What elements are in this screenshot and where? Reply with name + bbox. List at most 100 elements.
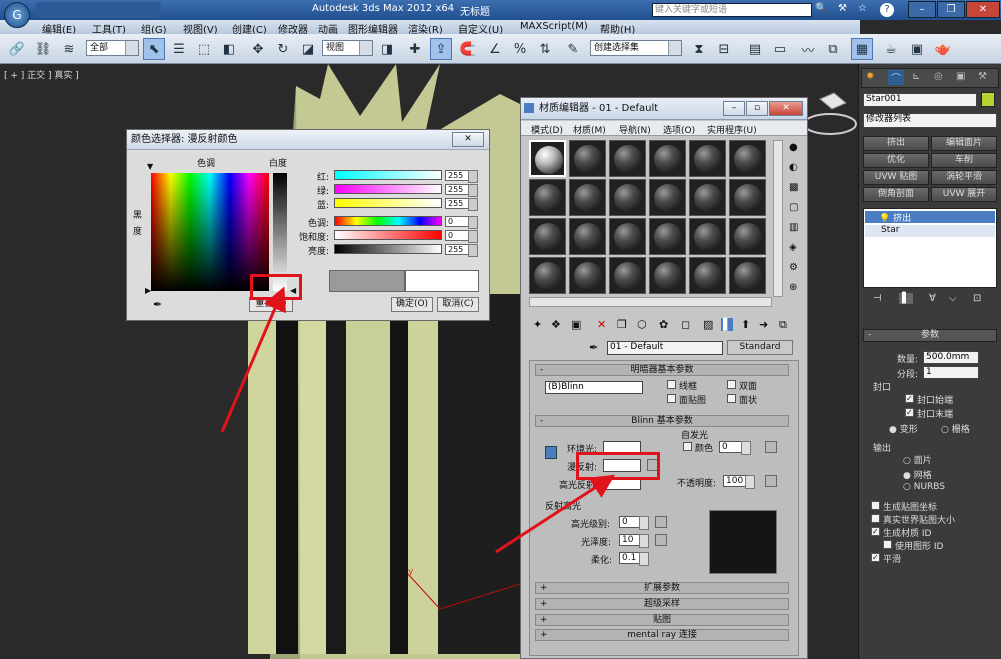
ribbon-icon[interactable]: ▭	[769, 38, 791, 60]
material-slot[interactable]	[569, 257, 606, 294]
options-icon[interactable]: ⚙	[789, 262, 798, 273]
put-to-scene-icon[interactable]: ❖	[551, 318, 561, 331]
material-slot[interactable]	[689, 257, 726, 294]
two-sided-checkbox[interactable]	[727, 380, 736, 389]
sample-type-icon[interactable]: ●	[789, 142, 798, 153]
morph-radio[interactable]: ● 变形	[889, 422, 918, 435]
self-illum-map-button[interactable]	[765, 441, 777, 453]
material-slot[interactable]	[689, 140, 726, 177]
percent-snap-icon[interactable]: %	[509, 38, 531, 60]
output-nurbs-radio[interactable]: ○ NURBS	[903, 482, 945, 492]
material-name-field[interactable]: 01 - Default	[607, 341, 723, 355]
segments-field[interactable]: 1	[923, 366, 979, 379]
select-by-name-icon[interactable]: ☰	[168, 38, 190, 60]
red-value[interactable]: 255	[445, 170, 478, 183]
stack-item-extrude[interactable]: 💡 挤出	[865, 211, 995, 224]
show-end-result-icon[interactable]: ▌	[899, 293, 913, 304]
select-by-material-icon[interactable]: ⊕	[789, 282, 797, 293]
object-color-swatch[interactable]	[981, 92, 995, 107]
gen-matid-checkbox[interactable]: ✓	[871, 527, 880, 536]
material-map-nav-icon[interactable]: ⧉	[779, 318, 787, 332]
dialog-eyedropper-icon[interactable]: ✒	[153, 298, 162, 311]
make-unique-icon[interactable]: ∀	[929, 293, 936, 304]
saturation-value[interactable]: 0	[445, 230, 478, 243]
go-to-parent-icon[interactable]: ⬆	[741, 318, 750, 331]
material-slot[interactable]	[529, 140, 566, 177]
shader-rollout-header[interactable]: - 明暗器基本参数	[535, 364, 789, 376]
real-world-checkbox[interactable]	[871, 514, 880, 523]
align-icon[interactable]: ⊟	[713, 38, 735, 60]
uv-tiling-icon[interactable]: ▢	[789, 202, 798, 213]
configure-sets-icon[interactable]: ⊡	[973, 293, 981, 304]
assign-to-selection-icon[interactable]: ▣	[571, 318, 581, 331]
link-icon[interactable]: 🔗	[6, 38, 28, 60]
material-slot[interactable]	[649, 218, 686, 255]
faceted-checkbox[interactable]	[727, 394, 736, 403]
material-slot[interactable]	[649, 140, 686, 177]
mated-close-button[interactable]: ✕	[769, 101, 803, 116]
minimize-button[interactable]: –	[908, 1, 936, 18]
reset-map-icon[interactable]: ✕	[597, 318, 606, 331]
unlink-icon[interactable]: ⛓	[32, 38, 54, 60]
app-logo[interactable]: G	[4, 2, 30, 28]
selection-filter-dropdown[interactable]: 全部	[86, 40, 139, 56]
mod-btn-extrude[interactable]: 挤出	[863, 136, 929, 151]
hue-slider[interactable]	[334, 216, 442, 226]
self-illum-spinner[interactable]: 0	[719, 441, 751, 455]
select-object-icon[interactable]: ⬉	[143, 38, 165, 60]
slot-scrollbar-h[interactable]	[529, 297, 772, 307]
opacity-spinner[interactable]: 100	[723, 475, 755, 489]
blue-slider[interactable]	[334, 198, 442, 208]
gloss-map-button[interactable]	[655, 534, 667, 546]
spec-level-map-button[interactable]	[655, 516, 667, 528]
scale-icon[interactable]: ◪	[297, 38, 319, 60]
material-slot[interactable]	[569, 179, 606, 216]
red-slider[interactable]	[334, 170, 442, 180]
smooth-checkbox[interactable]: ✓	[871, 553, 880, 562]
hue-value[interactable]: 0	[445, 216, 478, 229]
mod-btn-lathe[interactable]: 车削	[931, 153, 997, 168]
utilities-tab-icon[interactable]: ⚒	[978, 71, 987, 82]
get-material-icon[interactable]: ✦	[533, 318, 542, 331]
put-to-library-icon[interactable]: ✿	[659, 318, 668, 331]
star-icon[interactable]: ☆	[858, 3, 867, 14]
mated-menu-mode[interactable]: 模式(D)	[531, 123, 563, 136]
go-forward-sibling-icon[interactable]: ➜	[759, 318, 768, 331]
material-slot[interactable]	[609, 179, 646, 216]
lock-ambient-icon[interactable]	[545, 446, 557, 459]
material-slot[interactable]	[569, 140, 606, 177]
material-slot[interactable]	[609, 257, 646, 294]
help-icon[interactable]: ?	[880, 3, 894, 17]
rotate-icon[interactable]: ↻	[272, 38, 294, 60]
material-editor-icon[interactable]: ▦	[851, 38, 873, 60]
rendered-frame-icon[interactable]: ▣	[906, 38, 928, 60]
material-slot[interactable]	[649, 179, 686, 216]
make-unique-mat-icon[interactable]: ⬡	[637, 318, 647, 331]
backlight-icon[interactable]: ◐	[789, 162, 798, 173]
search-input[interactable]: 键入关键字或短语	[652, 3, 812, 17]
mated-menu-utilities[interactable]: 实用程序(U)	[707, 123, 757, 136]
search-icon[interactable]: 🔍	[815, 3, 827, 14]
value-value[interactable]: 255	[445, 244, 478, 257]
params-rollout-header[interactable]: - 参数	[863, 329, 997, 342]
blinn-rollout-header[interactable]: - Blinn 基本参数	[535, 415, 789, 427]
mod-btn-optimize[interactable]: 优化	[863, 153, 929, 168]
move-icon[interactable]: ✥	[247, 38, 269, 60]
material-slot[interactable]	[649, 257, 686, 294]
named-selection-dropdown[interactable]: 创建选择集	[590, 40, 682, 56]
manipulate-icon[interactable]: ✚	[404, 38, 426, 60]
wire-checkbox[interactable]	[667, 380, 676, 389]
cap-end-checkbox[interactable]: ✓	[905, 408, 914, 417]
mod-btn-bevel-profile[interactable]: 倒角剖面	[863, 187, 929, 202]
green-value[interactable]: 255	[445, 184, 478, 197]
curve-editor-icon[interactable]: 〰	[797, 38, 819, 60]
face-map-checkbox[interactable]	[667, 394, 676, 403]
make-copy-icon[interactable]: ❐	[617, 318, 627, 331]
layer-manager-icon[interactable]: ▤	[744, 38, 766, 60]
show-end-result-mat-icon[interactable]: ▌	[721, 318, 734, 331]
mental-ray-rollout[interactable]: + mental ray 连接	[535, 629, 789, 641]
green-slider[interactable]	[334, 184, 442, 194]
material-slot[interactable]	[729, 140, 766, 177]
make-preview-icon[interactable]: ◈	[789, 242, 797, 253]
spinner-snap-icon[interactable]: ⇅	[534, 38, 556, 60]
